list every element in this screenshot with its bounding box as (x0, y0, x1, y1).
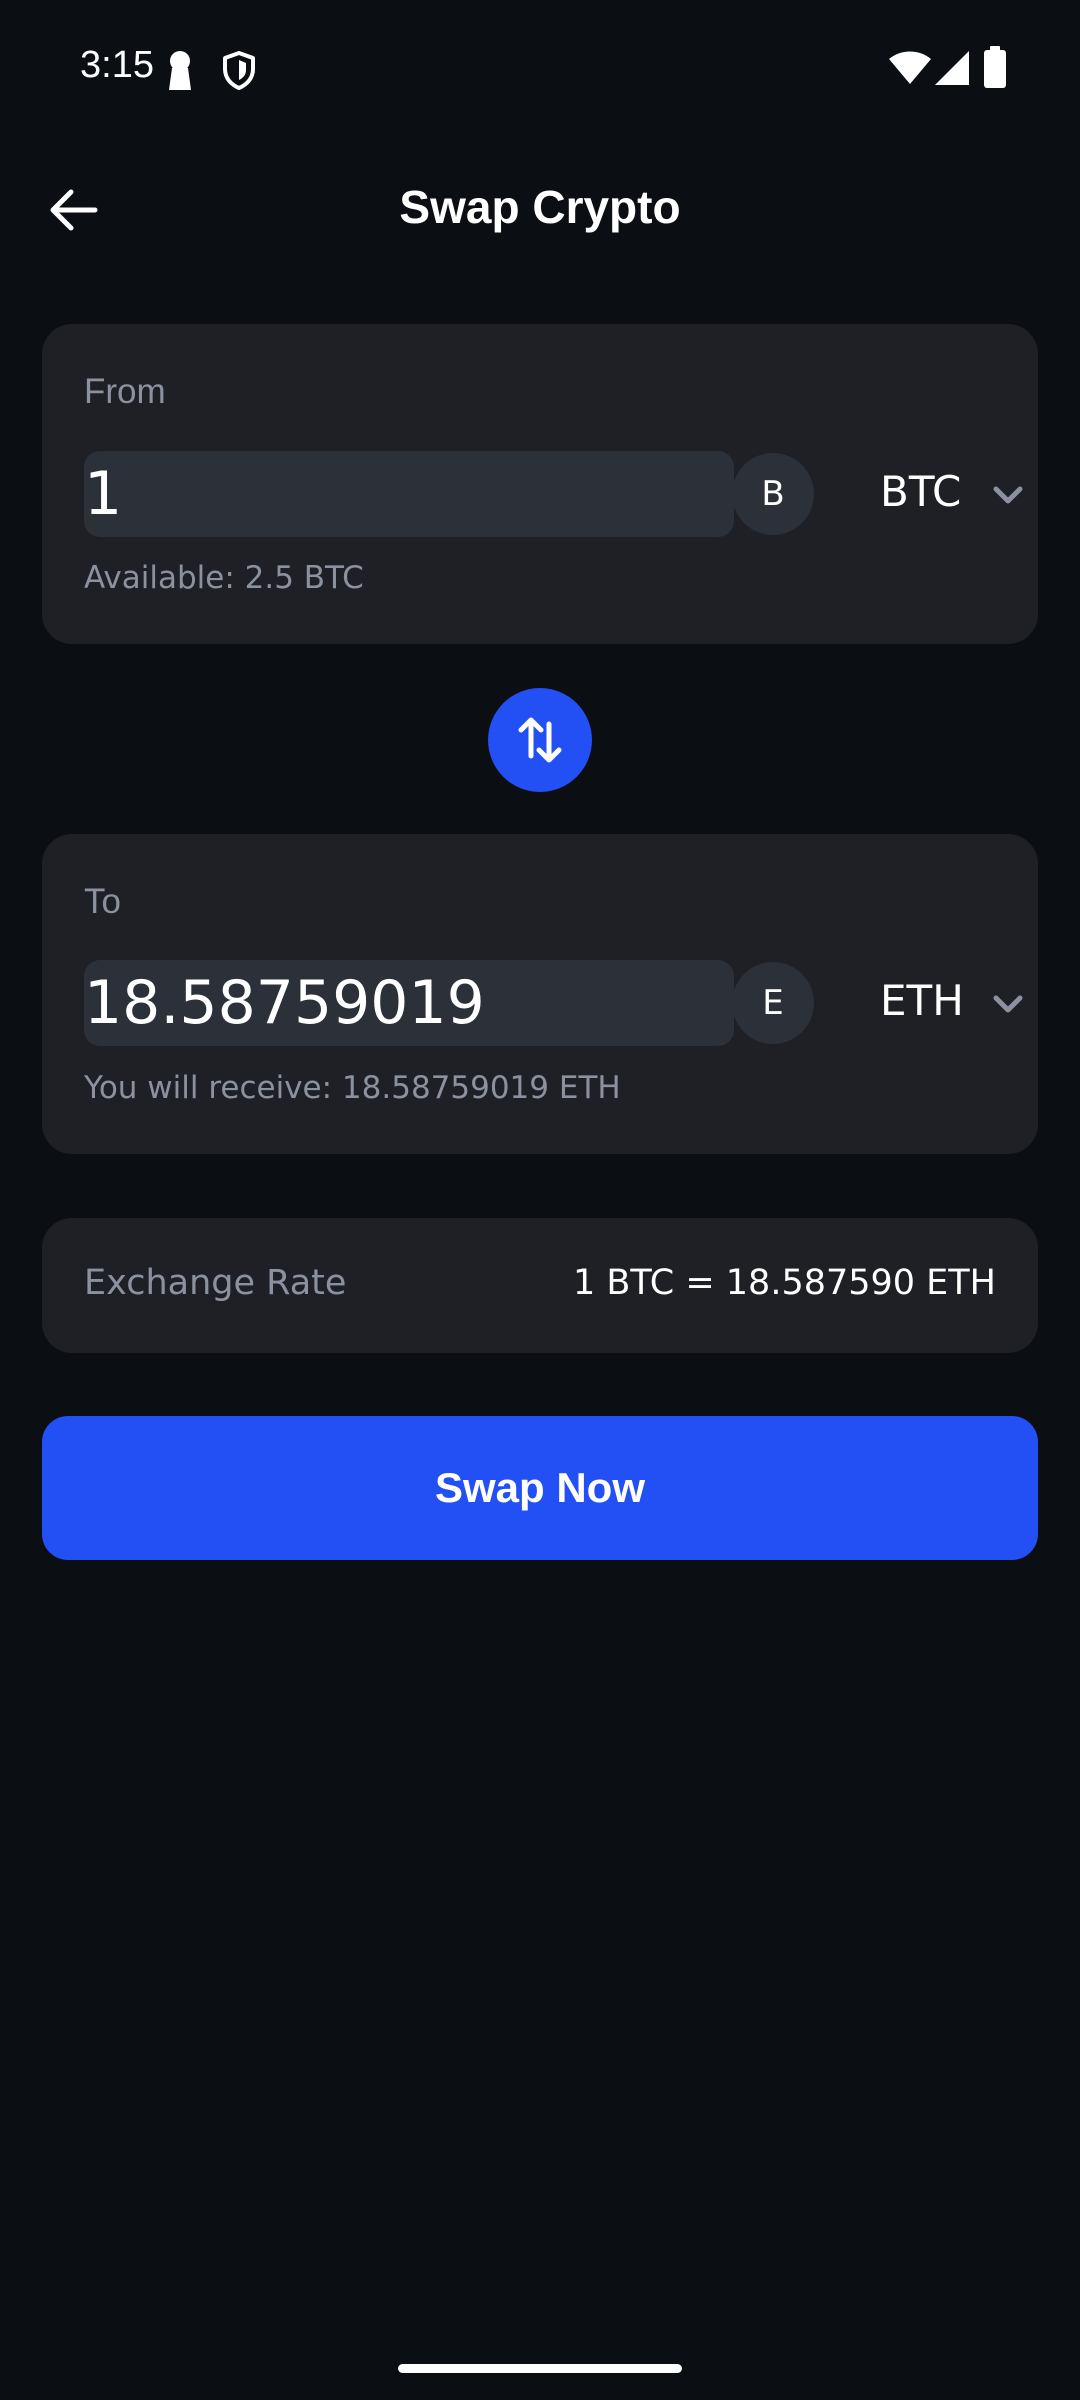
from-amount-input[interactable] (84, 451, 734, 537)
signal-icon (935, 51, 969, 85)
to-amount-input[interactable] (84, 960, 734, 1046)
shield-icon (223, 51, 255, 90)
from-label: From (84, 372, 166, 411)
to-coin-selector[interactable]: E ETH (732, 960, 1032, 1046)
battery-icon (984, 46, 1006, 88)
from-coin-selector[interactable]: B BTC (732, 451, 1032, 537)
swap-direction-button[interactable] (488, 688, 592, 792)
status-time: 3:15 (80, 44, 154, 86)
swap-vertical-icon (518, 717, 562, 763)
exchange-rate-label: Exchange Rate (84, 1263, 347, 1303)
chevron-down-icon (993, 486, 1023, 504)
swap-now-button[interactable]: Swap Now (42, 1416, 1038, 1560)
btc-coin-icon: B (732, 453, 814, 535)
exchange-rate-card: Exchange Rate 1 BTC = 18.587590 ETH (42, 1218, 1038, 1353)
chevron-down-icon (993, 995, 1023, 1013)
to-coin-code: ETH (880, 976, 964, 1025)
receive-estimate: You will receive: 18.58759019 ETH (84, 1070, 621, 1106)
from-coin-code: BTC (880, 467, 962, 516)
keyhole-icon (169, 51, 191, 90)
status-bar: 3:15 (0, 0, 1080, 135)
app-bar: Swap Crypto (0, 150, 1080, 270)
wifi-icon (889, 51, 931, 84)
from-card: From B BTC Available: 2.5 BTC (42, 324, 1038, 644)
to-card: To E ETH You will receive: 18.58759019 E… (42, 834, 1038, 1154)
exchange-rate-value: 1 BTC = 18.587590 ETH (573, 1263, 996, 1303)
to-label: To (84, 882, 121, 921)
home-indicator[interactable] (398, 2364, 682, 2373)
eth-coin-icon: E (732, 962, 814, 1044)
page-title: Swap Crypto (399, 181, 681, 233)
available-balance: Available: 2.5 BTC (84, 560, 364, 596)
